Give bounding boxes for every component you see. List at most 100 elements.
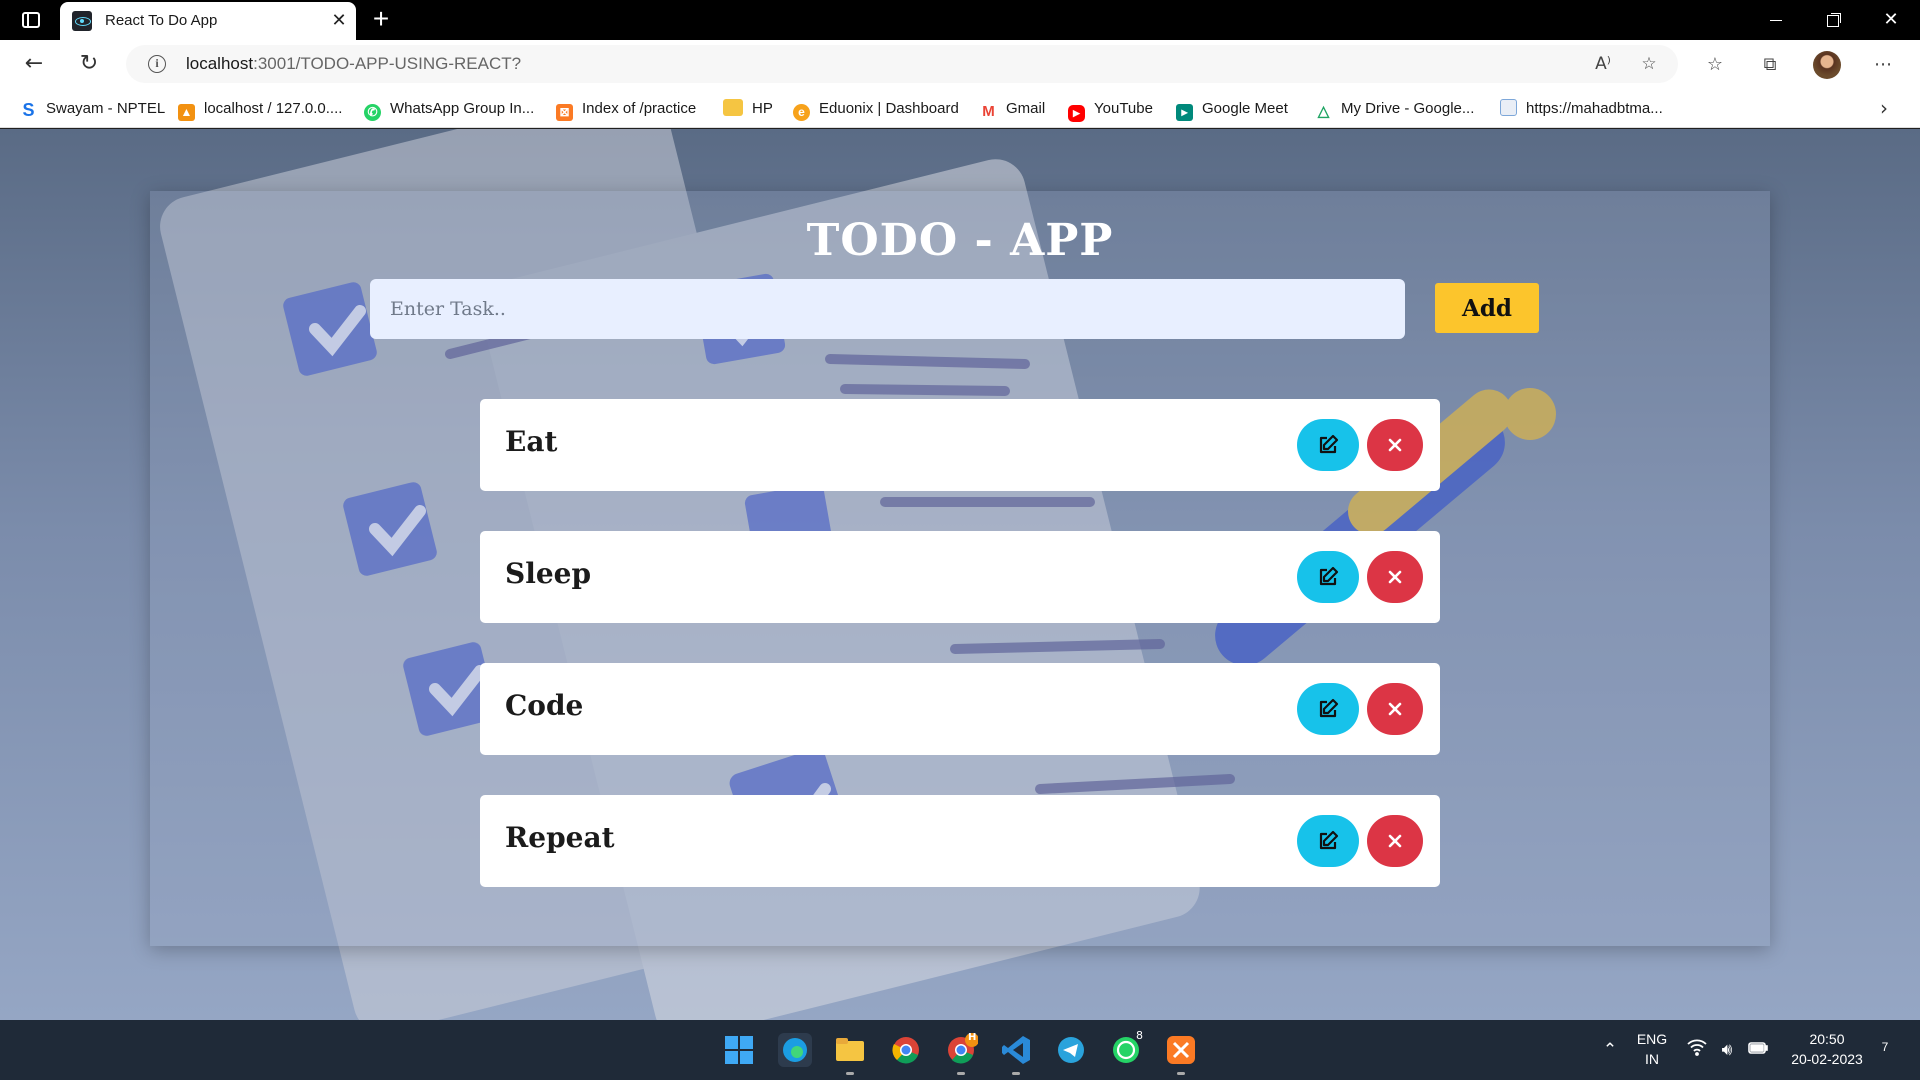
telegram-icon[interactable] [1054,1033,1088,1067]
running-indicator [957,1072,965,1075]
more-menu-icon[interactable]: ⋯ [1870,52,1896,78]
bookmark-index-practice[interactable]: ⊠ Index of /practice [556,98,696,121]
bookmark-swayam[interactable]: S Swayam - NPTEL [20,98,165,120]
read-aloud-icon[interactable]: A⁾ [1590,51,1616,77]
running-indicator [846,1072,854,1075]
bookmark-google-drive[interactable]: △ My Drive - Google... [1315,98,1475,120]
wifi-icon[interactable] [1685,1038,1709,1062]
bookmark-localhost[interactable]: ▲ localhost / 127.0.0.... [178,98,343,121]
edit-button[interactable] [1297,683,1359,735]
add-button[interactable]: Add [1435,283,1539,333]
windows-start-icon[interactable] [722,1033,756,1067]
language-code[interactable]: ENG [1632,1031,1672,1047]
react-favicon-icon [72,11,92,31]
bookmark-label: WhatsApp Group In... [390,100,535,117]
whatsapp-icon: ✆ [364,104,381,121]
edit-button[interactable] [1297,815,1359,867]
edit-icon [1319,830,1339,850]
whatsapp-badge: 8 [1136,1029,1143,1042]
profile-avatar[interactable] [1813,51,1841,79]
bookmark-google-meet[interactable]: ▸ Google Meet [1176,98,1288,121]
bookmark-whatsapp[interactable]: ✆ WhatsApp Group In... [364,98,535,121]
add-favorite-icon[interactable]: ☆ [1636,51,1662,77]
task-input[interactable] [370,279,1405,339]
google-meet-icon: ▸ [1176,104,1193,121]
favorites-icon[interactable]: ☆ [1702,52,1728,78]
bookmark-label: Google Meet [1202,100,1288,117]
google-drive-icon: △ [1317,103,1330,120]
running-indicator [1177,1072,1185,1075]
delete-button[interactable] [1367,683,1423,735]
close-icon [1388,570,1402,584]
bookmark-youtube[interactable]: ▶ YouTube [1068,98,1153,122]
todo-list: Eat Sleep Code Repeat [480,399,1440,927]
vscode-icon[interactable] [999,1033,1033,1067]
bookmark-label: Gmail [1006,100,1046,117]
delete-button[interactable] [1367,815,1423,867]
chrome-profile-icon[interactable]: H [944,1032,979,1067]
browser-tab[interactable]: React To Do App ✕ [60,2,356,40]
bookmark-mahadbt[interactable]: https://mahadbtma... [1500,98,1663,120]
refresh-icon[interactable]: ↻ [73,48,105,80]
todo-item: Sleep [480,531,1440,623]
url-text: localhost:3001/TODO-APP-USING-REACT? [186,54,521,74]
todo-text: Sleep [505,557,592,590]
bookmark-label: Eduonix | Dashboard [819,100,959,117]
bookmark-label: localhost / 127.0.0.... [204,100,343,117]
close-icon [1388,702,1402,716]
new-tab-icon[interactable]: + [366,4,396,34]
phpmyadmin-icon: ▲ [178,104,195,121]
swayam-icon: S [22,100,35,120]
bookmark-label: HP [752,100,773,117]
notification-count[interactable]: 7 [1878,1040,1892,1054]
battery-icon[interactable] [1746,1038,1770,1062]
clock-time[interactable]: 20:50 [1780,1031,1874,1047]
bookmarks-bar: S Swayam - NPTEL ▲ localhost / 127.0.0....… [0,88,1920,128]
edge-icon[interactable] [778,1033,812,1067]
restore-icon[interactable] [1813,6,1853,34]
bookmark-label: https://mahadbtma... [1526,100,1663,117]
back-icon[interactable]: ← [18,48,50,80]
todo-text: Code [505,689,584,722]
edit-button[interactable] [1297,551,1359,603]
browser-toolbar: ← ↻ i localhost:3001/TODO-APP-USING-REAC… [0,40,1920,88]
file-explorer-icon[interactable] [833,1033,867,1067]
delete-button[interactable] [1367,419,1423,471]
bookmark-hp-folder[interactable]: HP [723,98,773,120]
todo-item: Eat [480,399,1440,491]
todo-item: Code [480,663,1440,755]
edit-icon [1319,434,1339,454]
gmail-icon: M [982,103,995,120]
edit-icon [1319,566,1339,586]
window-close-icon[interactable]: ✕ [1871,6,1911,34]
folder-icon [723,99,743,116]
collections-icon[interactable]: ⧉ [1757,52,1783,78]
xampp-icon[interactable] [1164,1033,1198,1067]
volume-icon[interactable]: 🔊︎ [1715,1038,1739,1062]
windows-taskbar: H 8 ⌃ ENG IN 🔊︎ 20:50 20-02-2023 7 [0,1020,1920,1080]
page-icon [1500,99,1517,116]
bookmark-label: Swayam - NPTEL [46,100,166,117]
whatsapp-icon[interactable]: 8 [1109,1029,1143,1067]
url-path: :3001/TODO-APP-USING-REACT? [253,54,522,73]
tray-overflow-icon[interactable]: ⌃ [1598,1038,1622,1062]
edit-icon [1319,698,1339,718]
minimize-icon[interactable] [1756,6,1796,34]
delete-button[interactable] [1367,551,1423,603]
address-bar[interactable]: i localhost:3001/TODO-APP-USING-REACT? A… [126,45,1678,83]
bookmark-gmail[interactable]: M Gmail [980,98,1045,120]
site-info-icon[interactable]: i [148,55,166,73]
chrome-profile-badge: H [968,1032,977,1043]
running-indicator [1012,1072,1020,1075]
tab-actions-icon[interactable] [14,8,48,32]
clock-date[interactable]: 20-02-2023 [1780,1051,1874,1067]
tab-title: React To Do App [105,12,218,29]
bookmark-eduonix[interactable]: e Eduonix | Dashboard [793,98,959,121]
chrome-icon[interactable] [889,1033,923,1067]
tab-close-icon[interactable]: ✕ [328,10,350,32]
edit-button[interactable] [1297,419,1359,471]
language-region[interactable]: IN [1632,1051,1672,1067]
bookmark-label: YouTube [1094,100,1153,117]
bookmarks-overflow-icon[interactable]: › [1880,96,1888,120]
close-icon [1388,834,1402,848]
